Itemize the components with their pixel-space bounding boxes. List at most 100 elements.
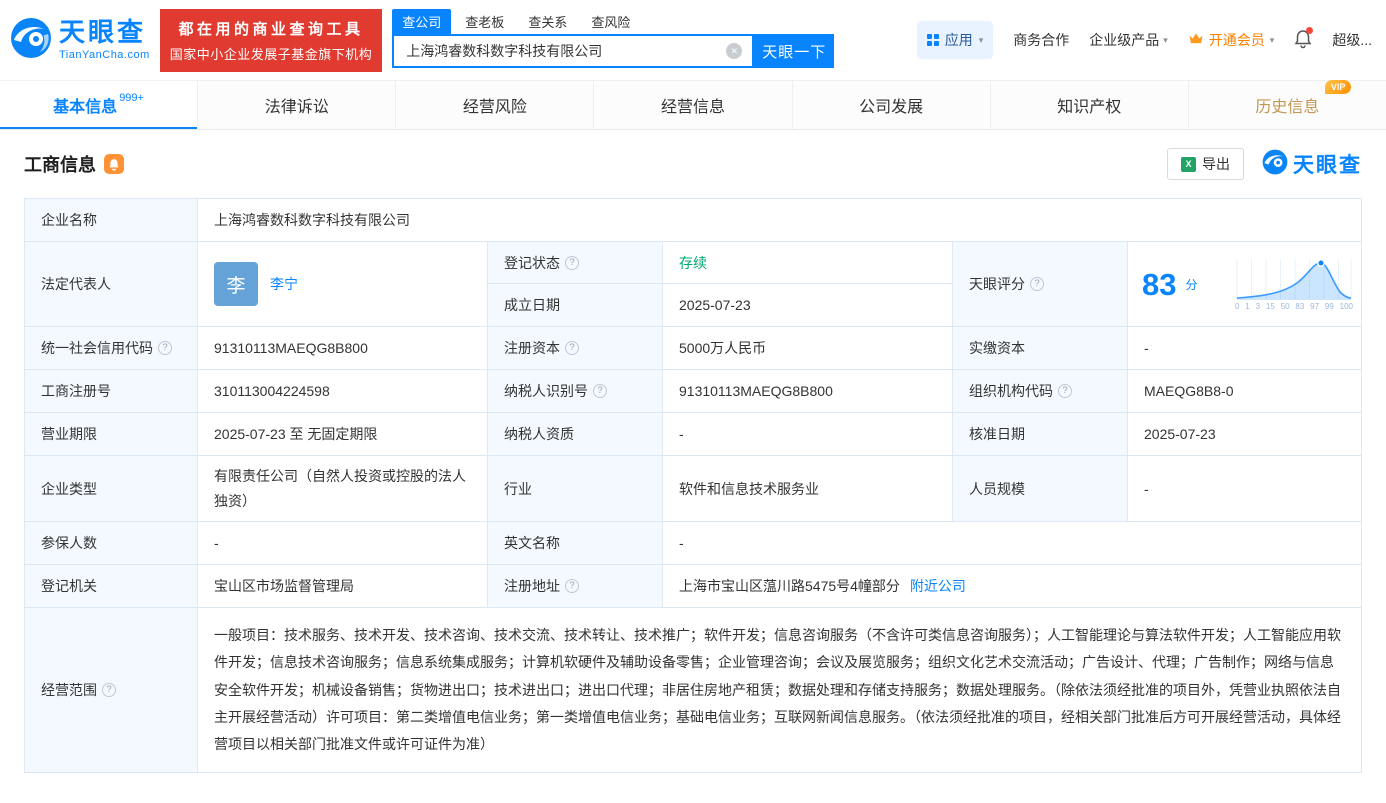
help-icon[interactable]: ?: [565, 579, 579, 593]
tab-intellectual-property[interactable]: 知识产权: [991, 81, 1189, 129]
insured-count-label: 参保人数: [25, 522, 198, 565]
tianyancha-logo-icon: [10, 17, 52, 64]
tab-basic-info-label: 基本信息: [53, 99, 118, 116]
top-right-menu: 应用 ▾ 商务合作 企业级产品 ▾ 开通会员 ▾ 超级...: [916, 21, 1372, 59]
help-icon[interactable]: ?: [1030, 277, 1044, 291]
help-icon[interactable]: ?: [102, 683, 116, 698]
staff-size-label: 人员规模: [953, 456, 1128, 522]
score-label: 天眼评分 ?: [953, 242, 1128, 327]
vip-label: 开通会员: [1208, 32, 1265, 48]
apps-button[interactable]: 应用 ▾: [916, 21, 994, 59]
clear-icon[interactable]: ✕: [726, 43, 743, 59]
chevron-down-icon: ▾: [978, 34, 984, 45]
help-icon[interactable]: ?: [1058, 384, 1072, 398]
search-tab-relation[interactable]: 查关系: [518, 9, 577, 34]
reg-address-value: 上海市宝山区蕰川路5475号4幢部分: [679, 578, 900, 594]
taxpayer-quality-label: 纳税人资质: [488, 413, 663, 456]
taxpayer-id-value: 91310113MAEQG8B800: [663, 370, 953, 413]
org-code-value: MAEQG8B8-0: [1128, 370, 1362, 413]
english-name-label: 英文名称: [488, 522, 663, 565]
brand-domain: TianYanCha.com: [59, 49, 150, 61]
reg-status-label: 登记状态 ?: [488, 242, 663, 284]
search-tab-risk[interactable]: 查风险: [581, 9, 640, 34]
promo-banner: 都在用的商业查询工具 国家中小企业发展子基金旗下机构: [159, 8, 383, 72]
legal-rep-link[interactable]: 李宁: [270, 274, 298, 294]
tab-history-info[interactable]: 历史信息 VIP: [1189, 80, 1386, 129]
help-icon[interactable]: ?: [565, 341, 579, 355]
brand-name: 天眼查: [59, 17, 147, 47]
reg-no-label: 工商注册号: [25, 370, 198, 413]
tab-basic-info[interactable]: 基本信息 999+: [0, 81, 199, 129]
tab-legal-litigation[interactable]: 法律诉讼: [198, 81, 397, 129]
page-title: 工商信息: [24, 155, 96, 175]
approval-date-label: 核准日期: [953, 413, 1128, 456]
help-icon[interactable]: ?: [565, 255, 579, 270]
org-code-label: 组织机构代码 ?: [953, 370, 1128, 413]
tab-operating-info[interactable]: 经营信息: [594, 81, 793, 129]
apps-grid-icon: [926, 34, 939, 46]
tianyancha-logo-icon: [1262, 149, 1288, 180]
cooperation-label: 商务合作: [1013, 32, 1070, 48]
chevron-down-icon: ▾: [1269, 34, 1275, 45]
chevron-down-icon: ▾: [1163, 34, 1168, 45]
reg-capital-value: 5000万人民币: [663, 327, 953, 370]
vip-badge: VIP: [1324, 80, 1352, 94]
search-input[interactable]: [394, 43, 727, 59]
export-button[interactable]: X 导出: [1167, 148, 1244, 180]
score-chart: 01 3 15 50 83 97 99 100: [1235, 257, 1353, 311]
search-area: 查公司 查老板 查关系 查风险 ✕ 天眼一下: [392, 9, 835, 68]
business-scope-value: 一般项目：技术服务、技术开发、技术咨询、技术交流、技术转让、技术推广；软件开发；…: [198, 608, 1362, 774]
business-info-table: 企业名称 上海鸿睿数科数字科技有限公司 法定代表人 李 李宁 登记状态 ? 存续…: [24, 198, 1362, 774]
section-header: 工商信息 X 导出 天眼查: [24, 130, 1362, 198]
tab-company-development[interactable]: 公司发展: [793, 81, 991, 129]
open-vip-button[interactable]: 开通会员 ▾: [1188, 30, 1275, 50]
search-tab-boss[interactable]: 查老板: [455, 9, 514, 34]
legal-rep-avatar[interactable]: 李: [214, 262, 258, 306]
menu-super[interactable]: 超级...: [1332, 30, 1372, 50]
main-content: 工商信息 X 导出 天眼查 企业名称 上海鸿睿数科数字科技有限公司 法定代表人 …: [0, 130, 1386, 803]
score-curve-chart: [1236, 259, 1352, 300]
reg-no-value: 310113004224598: [198, 370, 488, 413]
search-button[interactable]: 天眼一下: [754, 34, 835, 68]
search-box: ✕: [392, 34, 755, 68]
business-scope-label: 经营范围 ?: [25, 608, 198, 774]
tab-basic-info-badge: 999+: [119, 92, 144, 104]
reg-status-value: 存续: [663, 242, 953, 284]
establish-date-value: 2025-07-23: [663, 284, 953, 327]
crown-icon: [1188, 32, 1204, 48]
notification-bell-button[interactable]: [1294, 26, 1314, 52]
paid-capital-label: 实缴资本: [953, 327, 1128, 370]
search-tab-company[interactable]: 查公司: [392, 9, 452, 34]
export-label: 导出: [1202, 156, 1230, 172]
tab-operating-risk[interactable]: 经营风险: [396, 81, 595, 129]
company-nav-tabs: 基本信息 999+ 法律诉讼 经营风险 经营信息 公司发展 知识产权 历史信息 …: [0, 80, 1386, 130]
nearby-companies-link[interactable]: 附近公司: [910, 576, 966, 596]
reg-address-label: 注册地址 ?: [488, 565, 663, 608]
help-icon[interactable]: ?: [593, 384, 607, 398]
promo-line2: 国家中小企业发展子基金旗下机构: [169, 46, 373, 62]
legal-rep-cell: 李 李宁: [198, 242, 488, 327]
company-name-label: 企业名称: [25, 199, 198, 242]
score-unit: 分: [1185, 277, 1198, 292]
company-name-value: 上海鸿睿数科数字科技有限公司: [198, 199, 1362, 242]
excel-icon: X: [1181, 156, 1196, 172]
tianyancha-logo[interactable]: 天眼查 TianYanCha.com: [10, 17, 150, 64]
credit-code-value: 91310113MAEQG8B800: [198, 327, 488, 370]
help-icon[interactable]: ?: [158, 341, 172, 355]
monitor-bell-icon[interactable]: [104, 154, 124, 174]
score-cell: 83 分 01 3 15 50 83 97 99 100: [1128, 242, 1362, 327]
top-bar: 天眼查 TianYanCha.com 都在用的商业查询工具 国家中小企业发展子基…: [0, 0, 1386, 81]
reg-address-cell: 上海市宝山区蕰川路5475号4幢部分 附近公司: [663, 565, 1362, 608]
watermark-brand: 天眼查: [1262, 149, 1362, 180]
taxpayer-id-label: 纳税人识别号 ?: [488, 370, 663, 413]
search-tabs: 查公司 查老板 查关系 查风险: [392, 9, 834, 34]
menu-enterprise-products[interactable]: 企业级产品 ▾: [1089, 30, 1168, 50]
menu-cooperation[interactable]: 商务合作: [1013, 30, 1069, 50]
score-value: 83: [1142, 266, 1177, 302]
score-axis: 01 3 15 50 83 97 99 100: [1235, 302, 1353, 311]
industry-value: 软件和信息技术服务业: [663, 456, 953, 522]
promo-line1: 都在用的商业查询工具: [178, 20, 364, 38]
company-type-value: 有限责任公司（自然人投资或控股的法人独资）: [198, 456, 488, 522]
paid-capital-value: -: [1128, 327, 1362, 370]
business-term-label: 营业期限: [25, 413, 198, 456]
